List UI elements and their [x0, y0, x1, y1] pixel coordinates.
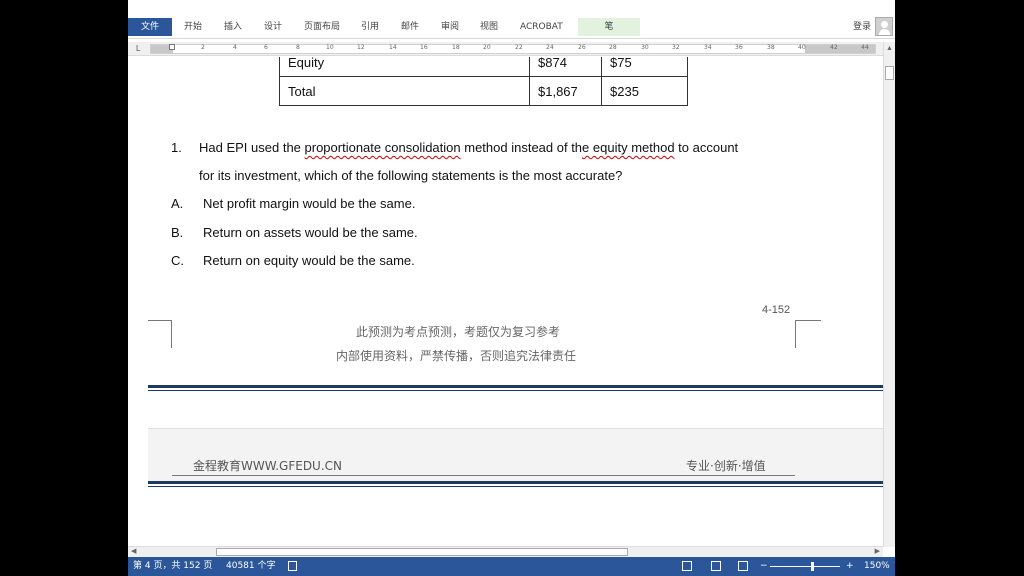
option-text: Return on assets would be the same. [203, 225, 418, 240]
ruler-number: 28 [609, 44, 617, 51]
header-brand: 金程教育WWW.GFEDU.CN [193, 459, 343, 473]
table-cell[interactable]: $874 [529, 57, 602, 77]
ruler-number: 24 [546, 44, 554, 51]
login-link[interactable]: 登录 [853, 19, 871, 32]
ruler-number: 40 [798, 44, 806, 51]
print-layout-icon[interactable] [711, 561, 721, 571]
horizontal-scrollbar[interactable]: ◀ ▶ [128, 546, 883, 557]
read-mode-icon[interactable] [682, 561, 692, 571]
vertical-scrollbar[interactable]: ▲ [883, 42, 895, 547]
table-cell[interactable]: $235 [601, 76, 688, 106]
table-row: Total $1,867 $235 [279, 76, 688, 106]
question-text: to account [674, 140, 739, 155]
ruler-number: 2 [201, 44, 205, 51]
ruler-number: 32 [672, 44, 680, 51]
header-slogan: 专业·创新·增值 [686, 459, 766, 473]
tab-mailings[interactable]: 邮件 [397, 18, 423, 36]
ruler-number: 18 [452, 44, 460, 51]
ruler-number: 16 [420, 44, 428, 51]
zoom-slider-knob[interactable] [811, 562, 814, 571]
page-count-status[interactable]: 第 4 页，共 152 页 [133, 557, 212, 576]
word-count-status[interactable]: 40581 个字 [226, 557, 276, 576]
page-bottom-rule [148, 385, 883, 391]
scroll-up-icon[interactable]: ▲ [886, 45, 893, 52]
financial-table: Equity $874 $75 Total $1,867 $235 [279, 57, 688, 106]
ruler-number: 42 [830, 44, 838, 51]
table-cell[interactable]: $75 [601, 57, 688, 77]
user-avatar-icon[interactable] [875, 17, 893, 36]
tab-file[interactable]: 文件 [128, 18, 172, 36]
zoom-in-icon[interactable]: + [846, 557, 854, 576]
question-text: Had EPI used the [199, 140, 305, 155]
ruler-number: 38 [767, 44, 775, 51]
web-layout-icon[interactable] [738, 561, 748, 571]
question-number: 1. [171, 140, 182, 155]
tab-stop-selector-icon[interactable]: L [136, 44, 145, 53]
zoom-out-icon[interactable]: − [760, 557, 768, 576]
question-line-2: for its investment, which of the followi… [199, 168, 623, 183]
table-row: Equity $874 $75 [279, 57, 688, 77]
tab-home[interactable]: 开始 [180, 18, 206, 36]
table-cell[interactable]: $1,867 [529, 76, 602, 106]
question-line-1: Had EPI used the proportionate consolida… [199, 140, 738, 155]
ruler-number: 6 [264, 44, 268, 51]
status-bar: 第 4 页，共 152 页 40581 个字 − + 150% [128, 557, 895, 576]
table-cell[interactable]: Total [279, 76, 530, 106]
ruler-number: 34 [704, 44, 712, 51]
option-text: Net profit margin would be the same. [203, 196, 416, 211]
option-letter: C. [171, 253, 184, 268]
ruler-number: 12 [357, 44, 365, 51]
option-letter: B. [171, 225, 184, 240]
tab-insert[interactable]: 插入 [220, 18, 246, 36]
page-number: 4-152 [762, 304, 791, 316]
ruler-number: 44 [861, 44, 869, 51]
scroll-right-icon[interactable]: ▶ [875, 547, 880, 555]
footer-notice-2: 内部使用资料，严禁传播，否则追究法律责任 [336, 349, 577, 363]
ruler-number: 8 [296, 44, 300, 51]
tab-design[interactable]: 设计 [260, 18, 286, 36]
page-top-rule [148, 481, 883, 487]
table-cell[interactable]: Equity [279, 57, 530, 77]
tab-pen[interactable]: 笔 [578, 18, 640, 36]
tab-page-layout[interactable]: 页面布局 [300, 18, 344, 36]
ruler-number: 10 [326, 44, 334, 51]
ruler-bar: L 2 4 6 8 10 12 14 16 18 20 22 24 26 28 … [128, 42, 895, 56]
horizontal-scroll-thumb[interactable] [216, 548, 628, 556]
proofing-icon[interactable] [288, 561, 297, 571]
option-letter: A. [171, 196, 184, 211]
tab-review[interactable]: 审阅 [437, 18, 463, 36]
question-text: method instead of th [460, 140, 583, 155]
ruler-number: 20 [483, 44, 491, 51]
spell-flagged-text[interactable]: proportionate consolidation [305, 140, 461, 155]
zoom-slider[interactable] [770, 566, 840, 567]
crop-mark [148, 320, 172, 348]
ruler-number: 30 [641, 44, 649, 51]
ruler-number: 26 [578, 44, 586, 51]
word-window: 文件 开始 插入 设计 页面布局 引用 邮件 审阅 视图 ACROBAT 笔 登… [128, 0, 895, 576]
indent-marker-icon[interactable] [169, 44, 175, 50]
header-rule [172, 475, 795, 476]
zoom-level[interactable]: 150% [864, 557, 890, 576]
horizontal-ruler[interactable]: 2 4 6 8 10 12 14 16 18 20 22 24 26 28 30… [150, 44, 876, 54]
ruler-number: 22 [515, 44, 523, 51]
ribbon-tab-bar: 文件 开始 插入 设计 页面布局 引用 邮件 审阅 视图 ACROBAT 笔 登… [128, 15, 895, 39]
spell-flagged-text[interactable]: e equity method [582, 140, 675, 155]
option-text: Return on equity would be the same. [203, 253, 415, 268]
tab-references[interactable]: 引用 [357, 18, 383, 36]
ruler-number: 36 [735, 44, 743, 51]
tab-acrobat[interactable]: ACROBAT [516, 18, 567, 36]
scroll-left-icon[interactable]: ◀ [131, 547, 136, 555]
ruler-number: 4 [233, 44, 237, 51]
tab-view[interactable]: 视图 [476, 18, 502, 36]
vertical-scroll-thumb[interactable] [885, 66, 894, 80]
footer-notice-1: 此预测为考点预测，考题仅为复习参考 [356, 325, 561, 339]
ruler-number: 14 [389, 44, 397, 51]
